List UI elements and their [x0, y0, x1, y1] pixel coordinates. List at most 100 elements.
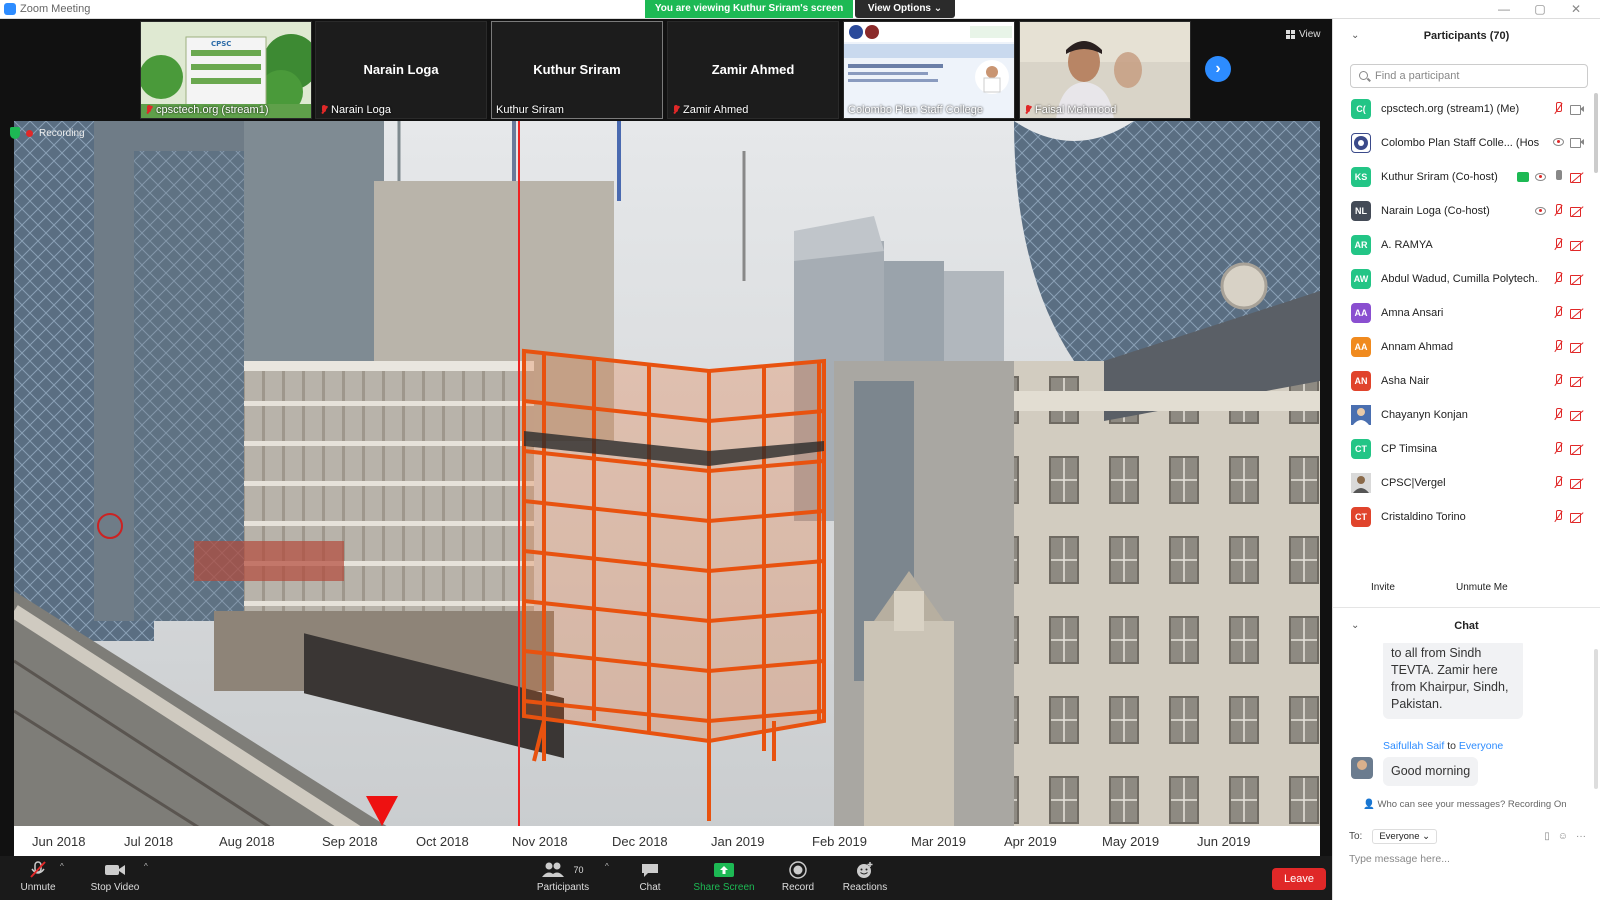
- recipient-dropdown[interactable]: Everyone ⌄: [1372, 829, 1438, 844]
- mic-muted-icon: [1552, 306, 1564, 319]
- participant-name: CPSC|Vergel: [1381, 477, 1446, 489]
- search-icon: [1359, 71, 1368, 80]
- thumbnail-narain-loga[interactable]: Narain Loga Narain Loga: [315, 21, 487, 119]
- thumbnail-zamir-ahmed[interactable]: Zamir Ahmed Zamir Ahmed: [667, 21, 839, 119]
- timeline-month: Apr 2019: [1004, 834, 1057, 849]
- maximize-button[interactable]: ▢: [1525, 2, 1555, 16]
- view-options-button[interactable]: View Options ⌄: [855, 0, 955, 18]
- colombo-plan-logo-icon: [1354, 136, 1368, 150]
- participant-row[interactable]: AR A. RAMYA: [1333, 229, 1600, 263]
- participant-row[interactable]: C( cpsctech.org (stream1) (Me): [1333, 93, 1600, 127]
- participants-scrollbar[interactable]: [1594, 93, 1598, 173]
- project-timeline[interactable]: Jun 2018 Jul 2018 Aug 2018 Sep 2018 Oct …: [14, 826, 1320, 856]
- sender-name[interactable]: Saifullah Saif: [1383, 740, 1444, 752]
- security-shield-icon: [10, 127, 20, 139]
- timeline-month: Jun 2018: [32, 834, 86, 849]
- camera-off-icon: [1570, 443, 1584, 455]
- unmute-me-button[interactable]: Unmute Me: [1448, 578, 1516, 597]
- emoji-icon[interactable]: ☺: [1558, 831, 1568, 842]
- participant-name: Amna Ansari: [1381, 307, 1444, 319]
- view-layout-button[interactable]: View: [1286, 29, 1321, 40]
- record-button[interactable]: Record: [780, 860, 816, 893]
- participant-name: Chayanyn Konjan: [1381, 409, 1468, 421]
- thumbnail-label: Narain Loga: [320, 104, 391, 116]
- participant-row[interactable]: Chayanyn Konjan: [1333, 399, 1600, 433]
- timeline-position-marker[interactable]: [366, 796, 398, 826]
- participant-row[interactable]: CT Cristaldino Torino: [1333, 501, 1600, 535]
- profile-photo-icon: [1351, 473, 1371, 493]
- participant-search-input[interactable]: Find a participant: [1350, 64, 1588, 88]
- thumbnail-faisal-mehmood[interactable]: Faisal Mehmood: [1019, 21, 1191, 119]
- avatar: [1351, 757, 1373, 779]
- construction-site-scene: [14, 121, 1320, 856]
- recording-indicator: Recording: [10, 127, 85, 139]
- camera-off-icon: [1570, 375, 1584, 387]
- participant-name: A. RAMYA: [1381, 239, 1433, 251]
- mic-muted-icon: [1552, 340, 1564, 353]
- recording-dot-icon: [26, 129, 33, 137]
- recording-icon: [1553, 138, 1564, 146]
- timeline-month: Oct 2018: [416, 834, 469, 849]
- chat-messages[interactable]: to all from Sindh TEVTA. Zamir here from…: [1333, 643, 1600, 793]
- more-options-icon[interactable]: ···: [1576, 831, 1586, 842]
- recording-icon: [1535, 206, 1546, 215]
- participant-row[interactable]: NL Narain Loga (Co-host): [1333, 195, 1600, 229]
- mic-muted-icon: [1552, 238, 1564, 251]
- share-screen-icon: [714, 863, 734, 877]
- chat-header: ⌄ Chat: [1333, 607, 1600, 643]
- side-panel: ⌄ Participants (70) Find a participant C…: [1332, 19, 1600, 900]
- close-window-button[interactable]: ✕: [1561, 2, 1591, 16]
- camera-off-icon: [1570, 239, 1584, 251]
- unmute-button[interactable]: Unmute: [18, 860, 58, 893]
- camera-off-icon: [1570, 477, 1584, 489]
- thumbnail-label: Zamir Ahmed: [672, 104, 748, 116]
- participant-count-badge: 70: [573, 865, 584, 875]
- thumbnail-kuthur-sriram[interactable]: Kuthur Sriram Kuthur Sriram: [491, 21, 663, 119]
- file-attach-icon[interactable]: ▯: [1544, 831, 1550, 842]
- chat-button[interactable]: Chat: [630, 860, 670, 893]
- minimize-button[interactable]: —: [1489, 2, 1519, 16]
- timeline-month: Jul 2018: [124, 834, 174, 849]
- screen-sharing-icon: [1517, 171, 1529, 182]
- leave-meeting-button[interactable]: Leave: [1272, 868, 1326, 890]
- participant-name: Abdul Wadud, Cumilla Polytech...: [1381, 273, 1539, 285]
- reactions-smiley-icon: [857, 862, 873, 878]
- thumbnail-cpsctech[interactable]: CPSC cpsctech.org (stream1): [140, 21, 312, 119]
- participant-row[interactable]: CPSC|Vergel: [1333, 467, 1600, 501]
- reactions-button[interactable]: Reactions: [842, 860, 888, 893]
- participant-name: Cristaldino Torino: [1381, 511, 1466, 523]
- next-page-arrow-icon[interactable]: ›: [1205, 56, 1231, 82]
- timeline-month: Aug 2018: [219, 834, 275, 849]
- participant-row[interactable]: AW Abdul Wadud, Cumilla Polytech...: [1333, 263, 1600, 297]
- chat-scrollbar[interactable]: [1594, 649, 1598, 789]
- stop-video-button[interactable]: Stop Video: [88, 860, 142, 893]
- shared-screen-content: Jun 2018 Jul 2018 Aug 2018 Sep 2018 Oct …: [14, 121, 1320, 856]
- camera-off-icon: [1570, 171, 1584, 183]
- participants-list[interactable]: C( cpsctech.org (stream1) (Me) Colombo P…: [1333, 93, 1600, 563]
- participants-icon: [542, 862, 565, 877]
- avatar: C(: [1351, 99, 1371, 119]
- message-visibility-note[interactable]: 👤 Who can see your messages? Recording O…: [1363, 799, 1567, 810]
- participants-actions: Invite Unmute Me: [1333, 575, 1600, 605]
- chat-message-input[interactable]: Type message here...: [1349, 853, 1450, 865]
- participant-name: Narain Loga (Co-host): [1381, 205, 1490, 217]
- invite-button[interactable]: Invite: [1363, 578, 1403, 597]
- participant-row[interactable]: Colombo Plan Staff Colle... (Host): [1333, 127, 1600, 161]
- thumbnail-label: Faisal Mehmood: [1024, 104, 1116, 116]
- avatar: [1351, 133, 1371, 153]
- participants-button[interactable]: 70 Participants: [534, 860, 592, 893]
- participant-name: Colombo Plan Staff Colle... (Host): [1381, 137, 1539, 149]
- timeline-month: Feb 2019: [812, 834, 867, 849]
- recipient-name[interactable]: Everyone: [1459, 740, 1503, 752]
- thumbnail-colombo-plan[interactable]: Colombo Plan Staff College: [843, 21, 1015, 119]
- participant-row[interactable]: KS Kuthur Sriram (Co-host): [1333, 161, 1600, 195]
- timeline-month: Nov 2018: [512, 834, 568, 849]
- participant-name: Kuthur Sriram (Co-host): [1381, 171, 1498, 183]
- share-screen-button[interactable]: Share Screen: [693, 860, 755, 893]
- participant-row[interactable]: AA Amna Ansari: [1333, 297, 1600, 331]
- mic-muted-icon: [1552, 102, 1564, 115]
- participant-row[interactable]: CT CP Timsina: [1333, 433, 1600, 467]
- camera-off-icon: [1570, 307, 1584, 319]
- participant-row[interactable]: AA Annam Ahmad: [1333, 331, 1600, 365]
- participant-row[interactable]: AN Asha Nair: [1333, 365, 1600, 399]
